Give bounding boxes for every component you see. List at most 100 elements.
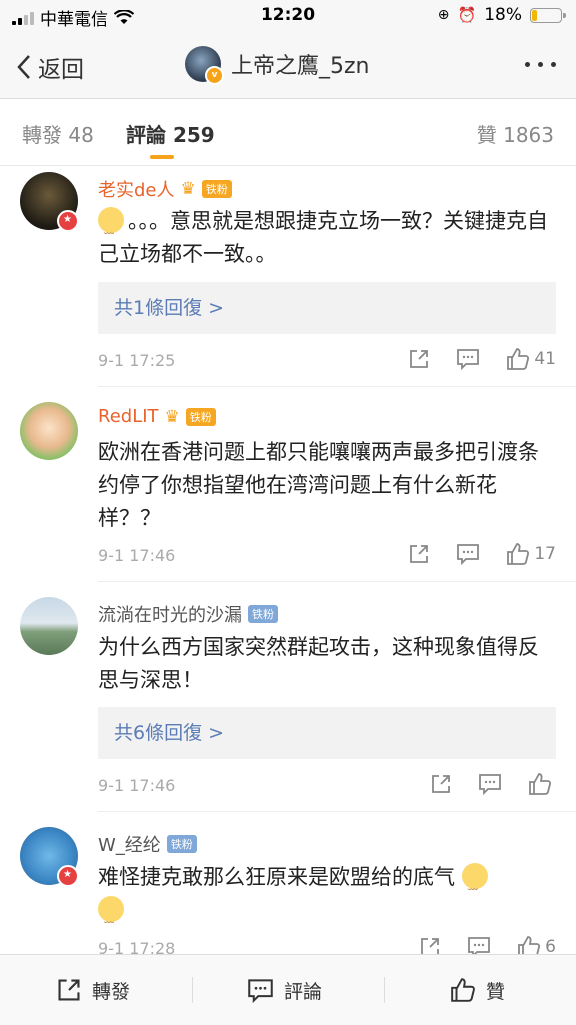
like-button[interactable]: 6 xyxy=(517,935,556,954)
divider xyxy=(192,977,193,1003)
status-bar: 中華電信 12:20 ⊕ ⏰ 18% xyxy=(0,0,576,32)
divider xyxy=(98,581,576,582)
thumbs-up-icon xyxy=(507,348,530,370)
comment-label: 評論 xyxy=(284,980,323,1003)
crown-icon: ♛ xyxy=(180,179,196,199)
emoji-icon xyxy=(98,896,124,936)
nav-bar: 返回 v 上帝之鷹_5zn xyxy=(0,32,576,99)
username[interactable]: 流淌在时光的沙漏 铁粉 xyxy=(98,601,278,627)
comment-list: 老实de人 ♛ 铁粉 。。。意思就是想跟捷克立场一致？关键捷克自己立场都不一致。… xyxy=(0,166,576,954)
tab-likes[interactable]: 贊 1863 xyxy=(477,119,554,148)
username[interactable]: 老实de人 ♛ 铁粉 xyxy=(98,176,232,202)
share-icon xyxy=(410,545,429,563)
username-label: RedLIT xyxy=(98,406,159,427)
share-button[interactable] xyxy=(430,773,452,795)
active-tab-indicator xyxy=(150,155,174,159)
thumbs-up-icon xyxy=(451,978,475,1002)
avatar[interactable]: v xyxy=(185,46,224,85)
comment-text-body: 。。。意思就是想跟捷克立场一致？关键捷克自己立场都不一致。。 xyxy=(98,209,548,266)
comment-time: 9-1 17:25 xyxy=(98,351,176,370)
comment-time: 9-1 17:28 xyxy=(98,939,176,954)
back-button[interactable]: 返回 xyxy=(16,50,84,84)
bottom-action-bar: 轉發 評論 贊 xyxy=(0,954,576,1025)
fan-badge: 铁粉 xyxy=(248,605,278,623)
comment-icon xyxy=(457,544,480,565)
divider xyxy=(384,977,385,1003)
comment-time: 9-1 17:46 xyxy=(98,546,176,565)
share-button[interactable] xyxy=(408,543,430,565)
tab-repost[interactable]: 轉發 48 xyxy=(22,119,94,148)
comment-text: 。。。意思就是想跟捷克立场一致？关键捷克自己立场都不一致。。 xyxy=(98,205,548,271)
repost-label: 轉發 xyxy=(92,980,131,1003)
divider xyxy=(98,811,576,812)
comment-time: 9-1 17:46 xyxy=(98,776,176,795)
comment-icon xyxy=(479,774,501,795)
like-count: 6 xyxy=(545,937,556,954)
comment-actions xyxy=(430,772,556,796)
emoji-icon xyxy=(461,863,488,903)
reply-button[interactable] xyxy=(467,936,491,954)
back-label: 返回 xyxy=(38,57,84,83)
tab-comments[interactable]: 評論 259 xyxy=(126,119,215,148)
fan-badge: 铁粉 xyxy=(185,407,216,426)
divider xyxy=(98,386,576,387)
reply-button[interactable] xyxy=(456,543,480,565)
comment-actions: 6 xyxy=(419,935,556,954)
comment-text: 为什么西方国家突然群起攻击，这种现象值得反思与深思！ xyxy=(98,635,539,692)
avatar[interactable] xyxy=(20,597,78,655)
avatar[interactable] xyxy=(20,402,78,460)
share-icon xyxy=(432,775,450,793)
thumbs-up-icon xyxy=(518,936,541,954)
comment-text: 欧洲在香港问题上都只能嚷嚷两声最多把引渡条约停了你想指望他在湾湾问题上有什么新花… xyxy=(98,440,539,530)
thumbs-up-icon xyxy=(507,543,530,565)
nav-title-group[interactable]: v 上帝之鷹_5zn xyxy=(185,46,370,85)
chevron-left-icon xyxy=(17,55,30,79)
comment-text-body: 难怪捷克敢那么狂原来是欧盟给的底气 xyxy=(98,865,455,889)
username-label: W_经纶 xyxy=(98,835,161,856)
crown-icon: ♛ xyxy=(164,406,180,427)
page-title: 上帝之鷹_5zn xyxy=(231,54,370,79)
comment-text: 难怪捷克敢那么狂原来是欧盟给的底气 xyxy=(98,861,548,936)
like-button[interactable]: 41 xyxy=(506,347,556,371)
status-right: ⊕ ⏰ 18% xyxy=(437,5,566,25)
comment-button[interactable]: 評論 xyxy=(247,955,322,1025)
username-label: 老实de人 xyxy=(98,180,175,201)
comment-actions: 41 xyxy=(408,347,556,371)
rotation-lock-icon: ⊕ xyxy=(437,7,450,23)
fan-badge: 铁粉 xyxy=(201,180,232,198)
emoji-icon xyxy=(98,207,124,247)
username[interactable]: W_经纶 铁粉 xyxy=(98,831,197,857)
battery-icon xyxy=(530,7,566,23)
reply-count-link[interactable]: 共6條回復 > xyxy=(98,707,556,759)
comment-icon xyxy=(248,978,273,1003)
like-button[interactable]: 17 xyxy=(506,542,556,566)
repost-button[interactable]: 轉發 xyxy=(56,955,130,1025)
like-count: 17 xyxy=(534,544,556,564)
share-button[interactable] xyxy=(408,348,430,370)
username[interactable]: RedLIT ♛ 铁粉 xyxy=(98,406,216,427)
username-label: 流淌在时光的沙漏 xyxy=(98,605,242,626)
comment-icon xyxy=(468,937,491,954)
fan-badge: 铁粉 xyxy=(166,835,197,853)
reply-button[interactable] xyxy=(456,348,480,370)
like-count: 41 xyxy=(534,349,556,369)
share-icon xyxy=(58,979,80,1001)
member-badge-icon xyxy=(57,865,79,887)
share-button[interactable] xyxy=(419,936,441,954)
reply-button[interactable] xyxy=(478,773,502,795)
like-label: 贊 xyxy=(486,980,506,1003)
battery-label: 18% xyxy=(484,5,522,25)
more-options-icon[interactable] xyxy=(525,62,556,67)
comment-actions: 17 xyxy=(408,542,556,566)
member-badge-icon xyxy=(57,210,79,232)
alarm-icon: ⏰ xyxy=(457,6,477,24)
like-button[interactable] xyxy=(528,772,556,796)
share-icon xyxy=(410,350,429,368)
thumbs-up-icon xyxy=(529,773,552,795)
reply-count-link[interactable]: 共1條回復 > xyxy=(98,282,556,334)
verified-icon: v xyxy=(205,66,224,85)
comment-icon xyxy=(457,349,480,370)
like-button[interactable]: 贊 xyxy=(450,955,505,1025)
share-icon xyxy=(421,938,440,954)
tab-bar: 轉發 48 評論 259 贊 1863 xyxy=(0,99,576,166)
